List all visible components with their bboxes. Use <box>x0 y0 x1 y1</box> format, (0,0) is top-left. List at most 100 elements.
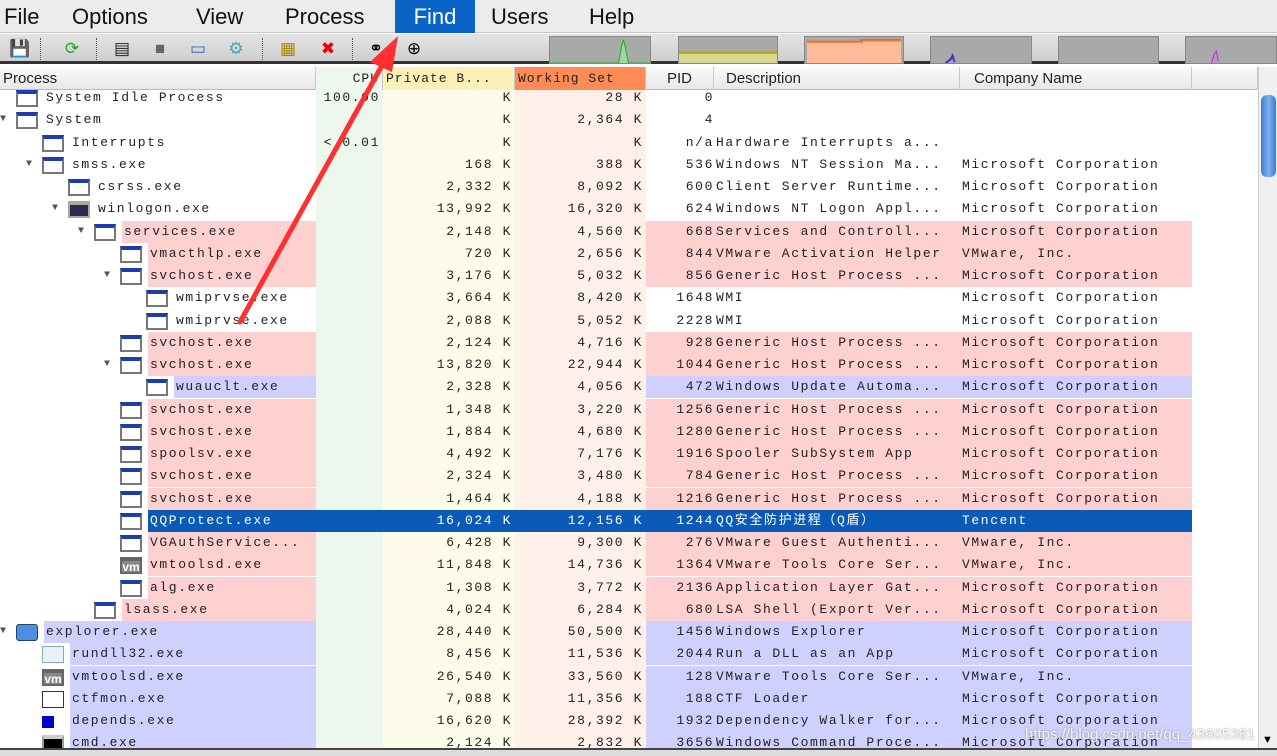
table-row[interactable]: ▼ smss.exe 168 K 388 K 536 Windows NT Session… <box>0 154 1258 176</box>
commit-graph[interactable] <box>678 36 778 64</box>
expand-arrow-icon[interactable]: ▼ <box>0 621 12 643</box>
table-row[interactable]: svchost.exe 2,324 K 3,480 K 784 Generic Host… <box>0 465 1258 488</box>
cpu-graph[interactable] <box>549 36 651 64</box>
table-row[interactable]: svchost.exe 1,464 K 4,188 K 1216 Generic Hos… <box>0 487 1258 510</box>
menu-options[interactable]: Options <box>68 0 152 33</box>
find-window-crosshair-icon[interactable]: ⊕ <box>402 37 426 61</box>
process-name: svchost.exe <box>150 423 254 439</box>
table-row[interactable]: QQProtect.exe 16,024 K 12,156 K 1244 QQ安全防护进… <box>0 509 1258 532</box>
table-row[interactable]: vm vmtoolsd.exe 11,848 K 14,736 K 1364 VMware… <box>0 554 1258 577</box>
network-graph[interactable] <box>1058 36 1159 64</box>
table-row[interactable]: lsass.exe 4,024 K 6,284 K 680 LSA Shell (Exp… <box>0 598 1258 621</box>
process-name: services.exe <box>124 223 237 239</box>
dll-icon[interactable]: ⚙ <box>224 37 248 61</box>
private-bytes-value: 16,024 K <box>436 512 512 528</box>
disk-graph[interactable] <box>1185 36 1277 64</box>
scrollbar-thumb[interactable] <box>1261 95 1276 177</box>
window-process-icon <box>94 223 116 241</box>
io-graph[interactable] <box>930 36 1032 64</box>
save-icon[interactable]: 💾 <box>8 37 32 61</box>
pid-value: 2044 <box>676 646 714 662</box>
table-row[interactable]: System Idle Process 100.00 K 28 K 0 <box>0 87 1258 109</box>
process-name: svchost.exe <box>150 490 254 506</box>
pid-value: 680 <box>685 601 714 617</box>
menu-help[interactable]: Help <box>585 0 638 33</box>
table-row[interactable]: ctfmon.exe 7,088 K 11,356 K 188 CTF Loader Mi… <box>0 687 1258 710</box>
cpu-value: < 0.01 <box>323 134 380 150</box>
kill-process-icon[interactable]: ✖ <box>316 37 340 61</box>
cpu-value <box>318 221 380 243</box>
menu-view[interactable]: View <box>192 0 247 33</box>
scroll-down-arrow-icon[interactable]: ▼ <box>1262 734 1273 746</box>
table-row[interactable]: spoolsv.exe 4,492 K 7,176 K 1916 Spooler Sub… <box>0 443 1258 465</box>
table-row[interactable]: ▼ svchost.exe 3,176 K 5,032 K 856 Generic Hos… <box>0 265 1258 287</box>
table-row[interactable]: svchost.exe 2,124 K 4,716 K 928 Generic Host… <box>0 331 1258 354</box>
window-process-icon <box>146 379 168 397</box>
table-row[interactable]: VGAuthService... 6,428 K 9,300 K 276 VMware … <box>0 532 1258 554</box>
window-process-icon <box>68 179 90 196</box>
expand-arrow-icon[interactable]: ▼ <box>0 109 12 131</box>
table-row[interactable]: wmiprvse.exe 2,088 K 5,052 K 2228 WMI Microso… <box>0 310 1258 332</box>
working-set-value: 33,560 K <box>567 668 643 684</box>
handle-view-icon[interactable]: ■ <box>148 37 172 61</box>
expand-arrow-icon[interactable]: ▼ <box>104 265 116 287</box>
table-row[interactable]: ▼ svchost.exe 13,820 K 22,944 K 1044 Generic … <box>0 354 1258 376</box>
find-binoculars-icon[interactable]: ⚭ <box>364 37 388 61</box>
table-row[interactable]: ▼ winlogon.exe 13,992 K 16,320 K 624 Windows … <box>0 198 1258 220</box>
physical-memory-graph[interactable] <box>804 36 904 64</box>
tree-process-icon <box>42 716 54 728</box>
table-row[interactable]: alg.exe 1,308 K 3,772 K 2136 Application Lay… <box>0 576 1258 599</box>
expand-arrow-icon[interactable]: ▼ <box>26 154 38 176</box>
menu-find[interactable]: Find <box>395 0 475 33</box>
description-value: CTF Loader <box>716 690 811 706</box>
description-value: WMI <box>716 290 745 306</box>
table-row[interactable]: vm vmtoolsd.exe 26,540 K 33,560 K 128 VMware … <box>0 665 1258 688</box>
table-row[interactable]: csrss.exe 2,332 K 8,092 K 600 Client Server … <box>0 176 1258 198</box>
system-info-icon[interactable]: ▤ <box>110 37 134 61</box>
working-set-value: 8,420 K <box>577 290 643 306</box>
description-value: Run a DLL as an App <box>716 646 895 662</box>
menu-file[interactable]: File <box>0 0 43 33</box>
pid-value: 624 <box>685 201 714 217</box>
lock-process-icon <box>68 201 90 219</box>
vertical-scrollbar[interactable]: ▼ <box>1258 67 1277 756</box>
expand-arrow-icon[interactable]: ▼ <box>78 221 90 243</box>
window-process-icon <box>120 334 142 352</box>
company-name-value: Microsoft Corporation <box>962 401 1160 417</box>
company-name-value: Microsoft Corporation <box>962 334 1160 350</box>
company-name-value: Microsoft Corporation <box>962 601 1160 617</box>
menu-process[interactable]: Process <box>281 0 368 33</box>
table-row[interactable]: ▼ explorer.exe 28,440 K 50,500 K 1456 Windows… <box>0 621 1258 643</box>
table-row[interactable]: vmacthlp.exe 720 K 2,656 K 844 VMware Activa… <box>0 242 1258 265</box>
company-name-value: Microsoft Corporation <box>962 468 1160 484</box>
pid-value: 1256 <box>676 401 714 417</box>
table-row[interactable]: wuauclt.exe 2,328 K 4,056 K 472 Windows Upda… <box>0 376 1258 399</box>
private-bytes-value: K <box>502 134 512 150</box>
process-name: winlogon.exe <box>98 201 211 217</box>
process-name: csrss.exe <box>98 179 183 194</box>
horizontal-scrollbar[interactable] <box>0 748 1277 756</box>
pid-value: 188 <box>685 690 714 706</box>
company-name-value: Microsoft Corporation <box>962 690 1160 706</box>
toolbar-separator <box>96 38 97 60</box>
table-row[interactable]: wmiprvse.exe 3,664 K 8,420 K 1648 WMI Microso… <box>0 287 1258 309</box>
vm-process-icon: vm <box>120 557 142 575</box>
working-set-value: 7,176 K <box>577 446 643 461</box>
pid-value: 1364 <box>676 557 714 573</box>
expand-arrow-icon[interactable]: ▼ <box>104 354 116 376</box>
table-row[interactable]: ▼ services.exe 2,148 K 4,560 K 668 Services a… <box>0 220 1258 243</box>
table-row[interactable]: Interrupts < 0.01 K Kn/a Hardware Interrupts… <box>0 132 1258 154</box>
menu-users[interactable]: Users <box>487 0 552 33</box>
private-bytes-value: 168 K <box>464 156 512 172</box>
table-row[interactable]: ▼ System K 2,364 K 4 <box>0 109 1258 131</box>
table-row[interactable]: rundll32.exe 8,456 K 11,536 K 2044 Run a DLL… <box>0 643 1258 666</box>
properties-icon[interactable]: ▦ <box>276 37 300 61</box>
table-row[interactable]: svchost.exe 1,884 K 4,680 K 1280 Generic Hos… <box>0 420 1258 443</box>
refresh-icon[interactable]: ⟳ <box>60 37 84 61</box>
toolbar-separator <box>262 38 263 60</box>
window-icon[interactable]: ▭ <box>186 37 210 61</box>
process-name: explorer.exe <box>46 624 159 639</box>
expand-arrow-icon[interactable]: ▼ <box>52 198 64 220</box>
working-set-value: 16,320 K <box>567 201 643 217</box>
table-row[interactable]: svchost.exe 1,348 K 3,220 K 1256 Generic Hos… <box>0 398 1258 421</box>
